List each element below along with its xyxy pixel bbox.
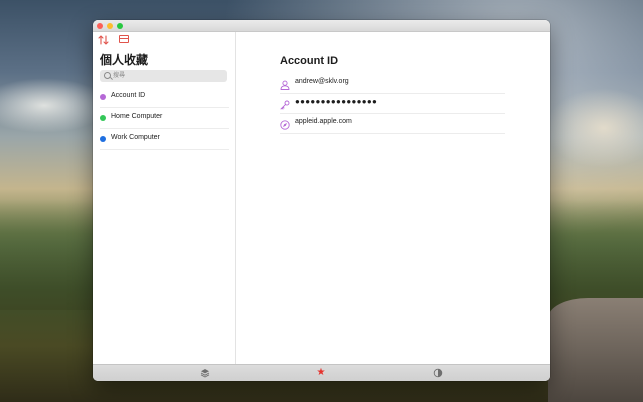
contrast-icon[interactable] bbox=[433, 368, 443, 378]
list-item-label: Account ID bbox=[111, 92, 146, 99]
list-item-label: Home Computer bbox=[111, 113, 163, 120]
title-bar[interactable] bbox=[93, 20, 550, 32]
detail-pane: Account ID andrew@sklv.org ●●●●●●●●●●●●●… bbox=[236, 32, 550, 364]
zoom-window-button[interactable] bbox=[117, 23, 123, 29]
website-value[interactable]: appleid.apple.com bbox=[295, 118, 352, 125]
star-icon[interactable]: ★ bbox=[316, 368, 326, 378]
minimize-window-button[interactable] bbox=[107, 23, 113, 29]
search-input[interactable] bbox=[113, 70, 223, 82]
color-dot bbox=[100, 115, 106, 121]
username-field[interactable]: andrew@sklv.org bbox=[280, 73, 505, 94]
layers-icon[interactable] bbox=[200, 368, 210, 378]
compass-icon bbox=[280, 117, 290, 130]
wallpaper-cloud bbox=[545, 88, 643, 168]
username-value[interactable]: andrew@sklv.org bbox=[295, 78, 349, 85]
list-item-account-id[interactable]: Account ID bbox=[100, 87, 229, 108]
password-field[interactable]: ●●●●●●●●●●●●●●●● bbox=[280, 93, 505, 114]
list-item-label: Work Computer bbox=[111, 134, 160, 141]
sort-icon[interactable] bbox=[98, 35, 110, 45]
search-field[interactable] bbox=[100, 70, 227, 82]
item-title: Account ID bbox=[280, 55, 339, 67]
person-icon bbox=[280, 77, 290, 90]
sidebar-title: 個人收藏 bbox=[100, 53, 149, 67]
color-dot bbox=[100, 136, 106, 142]
website-field[interactable]: appleid.apple.com bbox=[280, 113, 505, 134]
close-window-button[interactable] bbox=[97, 23, 103, 29]
wallpaper-rocks bbox=[548, 298, 643, 402]
password-value[interactable]: ●●●●●●●●●●●●●●●● bbox=[295, 97, 377, 106]
bottom-tab-bar: ★ bbox=[93, 364, 550, 381]
app-window: 個人收藏 Account ID Home Computer Work Compu… bbox=[93, 20, 550, 381]
color-dot bbox=[100, 94, 106, 100]
list-item-home-computer[interactable]: Home Computer bbox=[100, 108, 229, 129]
favorites-list: Account ID Home Computer Work Computer bbox=[93, 87, 235, 150]
sidebar: 個人收藏 Account ID Home Computer Work Compu… bbox=[93, 32, 236, 364]
search-icon bbox=[104, 72, 111, 79]
key-icon bbox=[280, 97, 290, 110]
list-item-work-computer[interactable]: Work Computer bbox=[100, 129, 229, 150]
layout-icon[interactable] bbox=[119, 35, 131, 45]
